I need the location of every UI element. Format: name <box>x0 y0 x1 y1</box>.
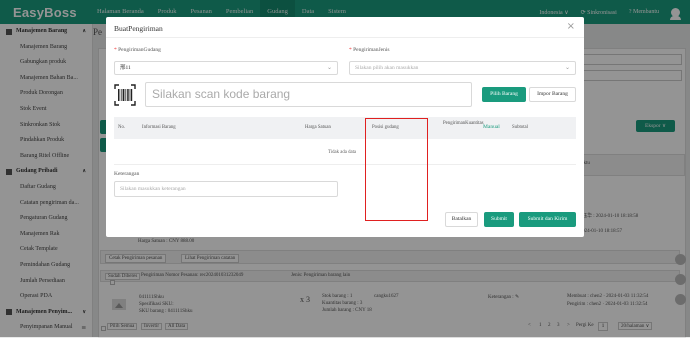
col-product-info: Informasi Barang <box>142 125 176 130</box>
col-ship-qty: PengirimanKuantitas <box>443 121 484 126</box>
note-input[interactable]: Silakan masukkan keterangan <box>114 181 338 197</box>
modal-title: BuatPengiriman <box>114 24 163 33</box>
submit-and-send-button[interactable]: Submit dan Kirim <box>519 212 576 227</box>
col-no: No. <box>118 125 126 130</box>
warehouse-select[interactable]: 邢11 ⌄ <box>114 61 338 75</box>
create-shipment-modal: BuatPengiriman × * PengirimanGudang 邢11 … <box>106 17 584 237</box>
divider <box>114 164 576 165</box>
col-manual-wrap: Manual <box>483 124 500 131</box>
col-subtotal: Subtotal <box>512 125 528 130</box>
manual-link[interactable]: Manual <box>483 124 500 130</box>
shipment-type-select[interactable]: Silakan pilih akan masukkan ⌄ <box>349 61 576 75</box>
cancel-button[interactable]: Batalkan <box>445 212 478 227</box>
submit-button[interactable]: Submit <box>484 212 514 227</box>
highlight-box <box>365 118 428 221</box>
import-product-button[interactable]: Impor Barang <box>529 87 576 102</box>
divider <box>106 37 584 38</box>
shipment-type-label: * PengirimanJenis <box>349 47 390 53</box>
pick-product-button[interactable]: Pilih Barang <box>482 87 526 102</box>
warehouse-label: * PengirimanGudang <box>114 47 161 53</box>
empty-state-text: Tidak ada data <box>328 150 357 155</box>
chevron-down-icon: ⌄ <box>326 64 332 71</box>
col-unit-price: Harga Satuan <box>305 125 331 130</box>
note-label: Keterangan <box>114 171 140 177</box>
barcode-scan-input[interactable]: Silakan scan kode barang <box>145 82 472 107</box>
chevron-down-icon: ⌄ <box>564 64 570 71</box>
barcode-scan-icon <box>114 84 136 106</box>
close-icon[interactable]: × <box>567 21 575 32</box>
product-table-header: No. Informasi Barang Harga Satuan Posisi… <box>114 117 576 139</box>
